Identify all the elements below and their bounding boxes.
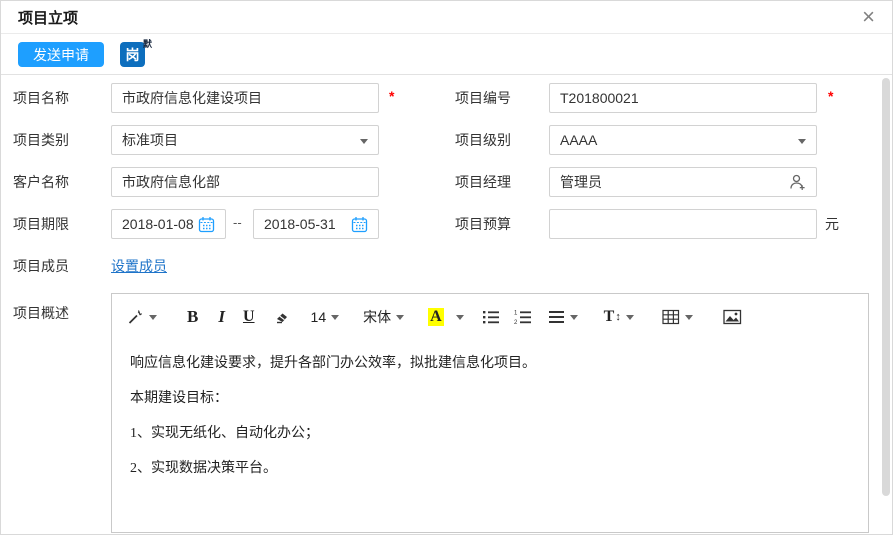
underline-button[interactable]: U xyxy=(243,308,255,326)
font-family-dropdown[interactable]: 宋体 xyxy=(363,307,405,327)
chevron-down-icon xyxy=(360,139,368,144)
page-title: 项目立项 xyxy=(18,9,79,27)
required-asterisk: * xyxy=(828,88,834,104)
calendar-icon[interactable] xyxy=(351,216,368,233)
project-manager-label: 项目经理 xyxy=(455,174,511,190)
customer-name-input[interactable] xyxy=(111,167,379,197)
date-range-separator: -- xyxy=(233,215,242,230)
start-date-input[interactable]: 2018-01-08 xyxy=(111,209,226,239)
required-asterisk: * xyxy=(389,88,395,104)
project-budget-input[interactable] xyxy=(549,209,817,239)
numbered-list-icon[interactable]: 1 2 xyxy=(514,309,532,325)
image-icon[interactable] xyxy=(723,309,742,325)
bullet-list-icon[interactable] xyxy=(482,309,500,325)
project-level-value: AAAA xyxy=(560,132,598,148)
rich-text-editor: B I U 14 宋体 A 1 2 T ↕ 响应信息化建设要求，提升各部门办公效… xyxy=(111,293,869,533)
project-overview-label: 项目概述 xyxy=(13,305,69,321)
chevron-down-icon xyxy=(798,139,806,144)
project-initiation-dialog: 项目立项 × 发送申请 岗 默 项目名称 * 项目编号 * 项目类别 标准项目 … xyxy=(0,0,893,535)
magic-wand-icon[interactable] xyxy=(126,308,157,326)
start-date-value: 2018-01-08 xyxy=(122,216,194,232)
project-level-label: 项目级别 xyxy=(455,132,511,148)
project-code-input[interactable] xyxy=(549,83,817,113)
end-date-value: 2018-05-31 xyxy=(264,216,336,232)
project-code-label: 项目编号 xyxy=(455,90,511,106)
project-budget-label: 项目预算 xyxy=(455,216,511,232)
post-icon-badge: 默 xyxy=(142,39,152,49)
svg-text:2: 2 xyxy=(514,320,518,325)
editor-paragraph: 1、实现无纸化、自动化办公； xyxy=(130,426,319,441)
project-category-label: 项目类别 xyxy=(13,132,69,148)
project-name-label: 项目名称 xyxy=(13,90,69,106)
action-toolbar: 发送申请 岗 默 xyxy=(1,35,892,75)
title-bar: 项目立项 × xyxy=(1,1,892,34)
project-category-select[interactable]: 标准项目 xyxy=(111,125,379,155)
project-category-value: 标准项目 xyxy=(122,132,178,148)
svg-text:1: 1 xyxy=(514,311,518,317)
scrollbar-thumb[interactable] xyxy=(882,78,890,496)
customer-name-label: 客户名称 xyxy=(13,174,69,190)
table-icon[interactable] xyxy=(662,309,693,325)
project-form: 项目名称 * 项目编号 * 项目类别 标准项目 项目级别 AAAA 客户名称 项… xyxy=(1,75,892,534)
default-post-icon[interactable]: 岗 默 xyxy=(120,39,152,67)
editor-paragraph: 响应信息化建设要求，提升各部门办公效率，拟批建信息化项目。 xyxy=(130,356,536,371)
editor-paragraph: 本期建设目标： xyxy=(130,391,228,406)
italic-button[interactable]: I xyxy=(218,307,225,327)
editor-toolbar: B I U 14 宋体 A 1 2 T ↕ xyxy=(112,294,868,340)
project-manager-value: 管理员 xyxy=(560,174,602,190)
line-height-dropdown[interactable]: T ↕ xyxy=(604,308,634,326)
project-period-label: 项目期限 xyxy=(13,216,69,232)
bold-button[interactable]: B xyxy=(187,307,198,327)
vertical-scrollbar xyxy=(882,78,890,533)
end-date-input[interactable]: 2018-05-31 xyxy=(253,209,379,239)
budget-unit: 元 xyxy=(825,216,839,232)
project-level-select[interactable]: AAAA xyxy=(549,125,817,155)
align-icon[interactable] xyxy=(548,310,578,324)
set-members-link[interactable]: 设置成员 xyxy=(111,256,167,276)
eraser-icon[interactable] xyxy=(273,308,291,326)
chevron-down-icon[interactable] xyxy=(455,314,464,320)
calendar-icon[interactable] xyxy=(198,216,215,233)
close-icon[interactable]: × xyxy=(862,6,875,28)
project-name-input[interactable] xyxy=(111,83,379,113)
font-color-button[interactable]: A xyxy=(428,308,464,326)
post-icon-glyph: 岗 xyxy=(125,46,140,63)
project-members-label: 项目成员 xyxy=(13,258,69,274)
project-manager-picker[interactable]: 管理员 xyxy=(549,167,817,197)
send-request-button[interactable]: 发送申请 xyxy=(18,42,104,67)
person-add-icon[interactable] xyxy=(788,173,806,191)
font-size-dropdown[interactable]: 14 xyxy=(311,309,340,325)
editor-paragraph: 2、实现数据决策平台。 xyxy=(130,461,277,476)
editor-body[interactable]: 响应信息化建设要求，提升各部门办公效率，拟批建信息化项目。 本期建设目标： 1、… xyxy=(112,340,868,492)
